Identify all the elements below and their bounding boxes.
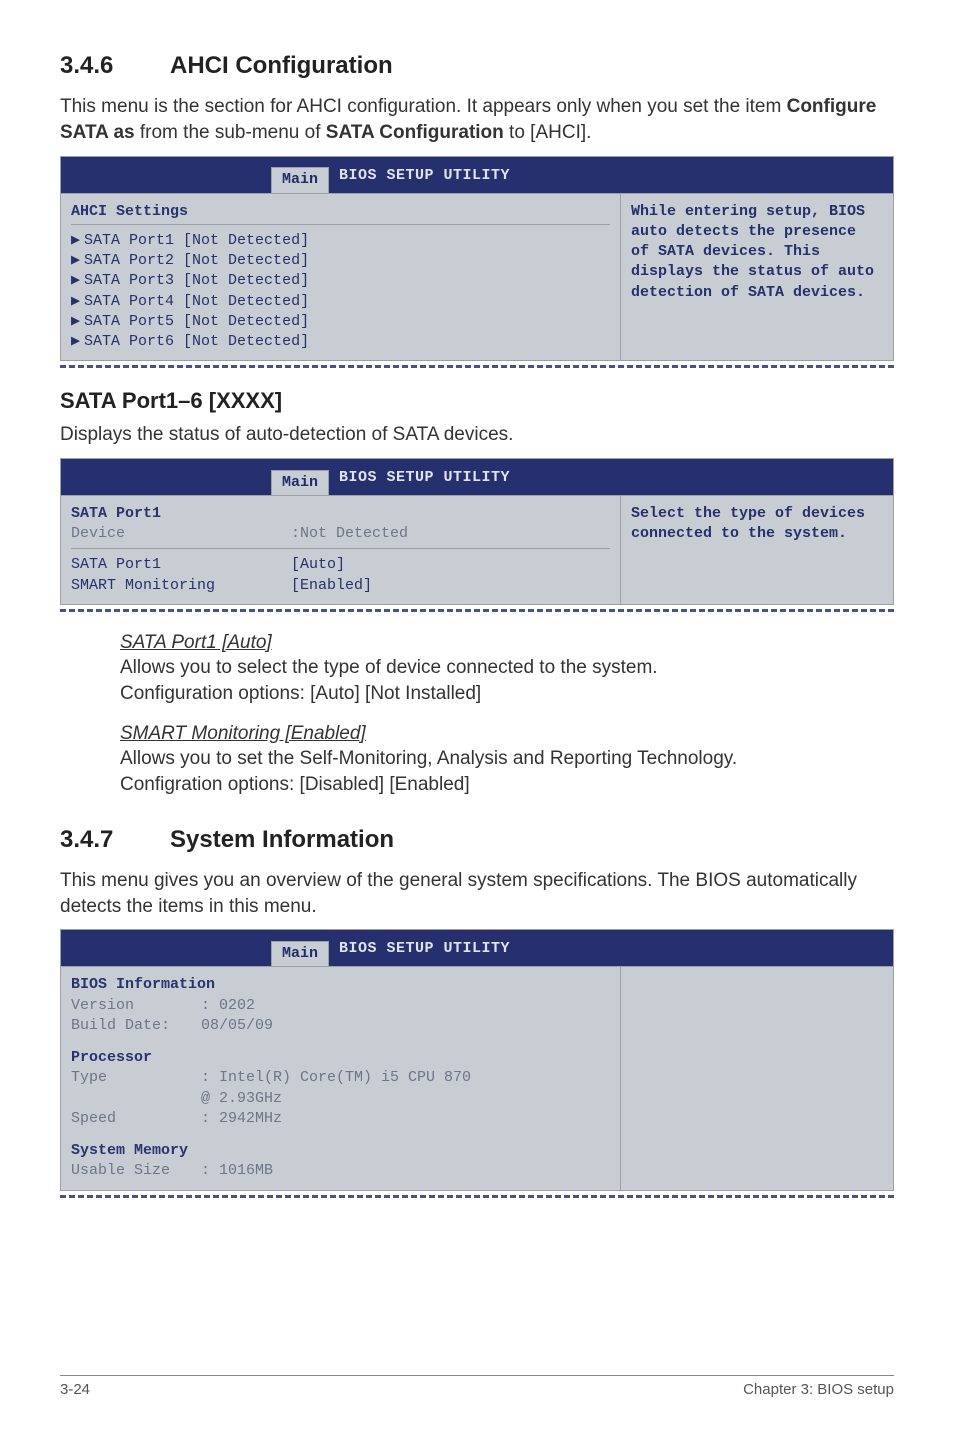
- section-title: AHCI Configuration: [170, 52, 393, 79]
- bios-info-value: : Intel(R) Core(TM) i5 CPU 870: [201, 1068, 471, 1088]
- bios-menu-item[interactable]: ▶SATA Port5 [Not Detected]: [71, 312, 610, 332]
- subsection-heading-sata: SATA Port1–6 [XXXX]: [60, 386, 894, 416]
- bios-info-row: Usable Size: 1016MB: [71, 1161, 610, 1181]
- bios-header: Main BIOS SETUP UTILITY: [61, 459, 893, 495]
- bios-info-row: Speed: 2942MHz: [71, 1109, 610, 1129]
- bios-group-label: SATA Port1: [71, 504, 610, 524]
- option-title: SATA Port1 [Auto]: [120, 632, 272, 653]
- bios-header: Main BIOS SETUP UTILITY: [61, 157, 893, 193]
- bios-header: Main BIOS SETUP UTILITY: [61, 930, 893, 966]
- bios-info-value: 08/05/09: [201, 1016, 273, 1036]
- dashed-separator: [60, 609, 894, 612]
- section-intro-347: This menu gives you an overview of the g…: [60, 868, 894, 919]
- bios-field-value: :Not Detected: [291, 524, 408, 544]
- intro-bold: SATA Configuration: [326, 122, 504, 143]
- bios-info-value: : 1016MB: [201, 1161, 273, 1181]
- bios-option-row[interactable]: SMART Monitoring [Enabled]: [71, 576, 610, 596]
- option-config: Configration options: [Disabled] [Enable…: [120, 774, 470, 795]
- option-desc: Allows you to set the Self-Monitoring, A…: [120, 748, 737, 769]
- bios-info-key: Version: [71, 996, 201, 1016]
- bios-menu-text: SATA Port3 [Not Detected]: [84, 272, 309, 289]
- bios-left-pane: SATA Port1 Device :Not Detected SATA Por…: [61, 496, 621, 604]
- section-number: 3.4.6: [60, 50, 170, 82]
- bios-info-key: Build Date:: [71, 1016, 201, 1036]
- option-config: Configuration options: [Auto] [Not Insta…: [120, 683, 481, 704]
- bios-menu-item[interactable]: ▶SATA Port2 [Not Detected]: [71, 251, 610, 271]
- section-intro-346: This menu is the section for AHCI config…: [60, 94, 894, 145]
- bios-left-pane: BIOS Information Version: 0202 Build Dat…: [61, 967, 621, 1189]
- section-heading-347: 3.4.7System Information: [60, 824, 894, 856]
- bios-menu-item[interactable]: ▶SATA Port6 [Not Detected]: [71, 332, 610, 352]
- page-footer: 3-24 Chapter 3: BIOS setup: [60, 1375, 894, 1400]
- bios-info-group: Processor: [71, 1048, 610, 1068]
- bios-option-value: [Enabled]: [291, 576, 372, 596]
- intro-part: This menu is the section for AHCI config…: [60, 96, 787, 117]
- bios-info-group: System Memory: [71, 1141, 610, 1161]
- bios-tab-main[interactable]: Main: [271, 167, 329, 192]
- bios-panel-ahci: Main BIOS SETUP UTILITY AHCI Settings ▶S…: [60, 156, 894, 362]
- bios-info-value: : 0202: [201, 996, 255, 1016]
- bios-field-device: Device :Not Detected: [71, 524, 610, 549]
- bios-info-key: Speed: [71, 1109, 201, 1129]
- bios-title: BIOS SETUP UTILITY: [329, 939, 893, 959]
- bios-menu-text: SATA Port4 [Not Detected]: [84, 293, 309, 310]
- bios-menu-text: SATA Port1 [Not Detected]: [84, 232, 309, 249]
- section-title: System Information: [170, 826, 394, 853]
- bios-info-value: @ 2.93GHz: [201, 1089, 282, 1109]
- bios-option-key: SMART Monitoring: [71, 576, 291, 596]
- bios-option-value: [Auto]: [291, 555, 345, 575]
- bios-help-pane: Select the type of devices connected to …: [621, 496, 893, 604]
- bios-title: BIOS SETUP UTILITY: [329, 166, 893, 186]
- bios-info-key: Usable Size: [71, 1161, 201, 1181]
- chapter-label: Chapter 3: BIOS setup: [743, 1380, 894, 1400]
- option-title: SMART Monitoring [Enabled]: [120, 723, 366, 744]
- subsection-intro-sata: Displays the status of auto-detection of…: [60, 422, 894, 448]
- bios-menu-text: SATA Port5 [Not Detected]: [84, 313, 309, 330]
- arrow-icon: ▶: [71, 272, 84, 289]
- intro-part: from the sub-menu of: [135, 122, 326, 143]
- bios-field-key: Device: [71, 524, 291, 544]
- section-heading-346: 3.4.6AHCI Configuration: [60, 50, 894, 82]
- bios-panel-sata-port: Main BIOS SETUP UTILITY SATA Port1 Devic…: [60, 458, 894, 605]
- arrow-icon: ▶: [71, 293, 84, 310]
- bios-tab-main[interactable]: Main: [271, 941, 329, 966]
- bios-title: BIOS SETUP UTILITY: [329, 468, 893, 488]
- bios-info-value: : 2942MHz: [201, 1109, 282, 1129]
- bios-info-row: Version: 0202: [71, 996, 610, 1016]
- arrow-icon: ▶: [71, 333, 84, 350]
- bios-tab-main[interactable]: Main: [271, 470, 329, 495]
- bios-info-row: @ 2.93GHz: [71, 1089, 610, 1109]
- arrow-icon: ▶: [71, 313, 84, 330]
- bios-option-row[interactable]: SATA Port1 [Auto]: [71, 555, 610, 575]
- bios-menu-item[interactable]: ▶SATA Port1 [Not Detected]: [71, 231, 610, 251]
- bios-info-group: BIOS Information: [71, 975, 610, 995]
- option-desc: Allows you to select the type of device …: [120, 657, 658, 678]
- bios-info-key: Type: [71, 1068, 201, 1088]
- section-number: 3.4.7: [60, 824, 170, 856]
- bios-info-row: Type: Intel(R) Core(TM) i5 CPU 870: [71, 1068, 610, 1088]
- option-description-block: SATA Port1 [Auto] Allows you to select t…: [60, 630, 894, 798]
- bios-panel-sysinfo: Main BIOS SETUP UTILITY BIOS Information…: [60, 929, 894, 1190]
- bios-info-key: [71, 1089, 201, 1109]
- bios-option-key: SATA Port1: [71, 555, 291, 575]
- bios-menu-text: SATA Port2 [Not Detected]: [84, 252, 309, 269]
- bios-menu-item[interactable]: ▶SATA Port4 [Not Detected]: [71, 292, 610, 312]
- arrow-icon: ▶: [71, 232, 84, 249]
- dashed-separator: [60, 365, 894, 368]
- bios-help-pane: While entering setup, BIOS auto detects …: [621, 194, 893, 361]
- bios-help-pane: [621, 967, 893, 1189]
- page-number: 3-24: [60, 1380, 90, 1400]
- bios-group-label: AHCI Settings: [71, 202, 610, 225]
- bios-info-row: Build Date:08/05/09: [71, 1016, 610, 1036]
- bios-menu-item[interactable]: ▶SATA Port3 [Not Detected]: [71, 271, 610, 291]
- intro-part: to [AHCI].: [504, 122, 592, 143]
- arrow-icon: ▶: [71, 252, 84, 269]
- dashed-separator: [60, 1195, 894, 1198]
- bios-left-pane: AHCI Settings ▶SATA Port1 [Not Detected]…: [61, 194, 621, 361]
- bios-menu-text: SATA Port6 [Not Detected]: [84, 333, 309, 350]
